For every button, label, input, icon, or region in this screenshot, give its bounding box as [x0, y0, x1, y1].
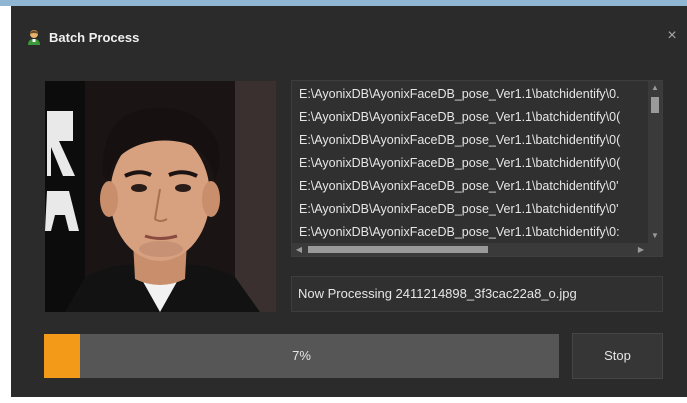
scroll-down-arrow-icon[interactable]: ▼: [648, 229, 662, 243]
list-item[interactable]: E:\AyonixDB\AyonixFaceDB_pose_Ver1.1\bat…: [299, 129, 648, 151]
stop-button[interactable]: Stop: [572, 333, 663, 379]
list-item[interactable]: E:\AyonixDB\AyonixFaceDB_pose_Ver1.1\bat…: [299, 175, 648, 197]
desktop-strip-bottom: [0, 397, 687, 403]
file-list-items: E:\AyonixDB\AyonixFaceDB_pose_Ver1.1\bat…: [292, 81, 648, 243]
vertical-scroll-thumb[interactable]: [651, 97, 659, 113]
vertical-scrollbar[interactable]: ▲ ▼: [648, 81, 662, 243]
progress-label: 7%: [292, 348, 311, 363]
list-item[interactable]: E:\AyonixDB\AyonixFaceDB_pose_Ver1.1\bat…: [299, 83, 648, 105]
close-icon[interactable]: ×: [665, 28, 679, 44]
progress-bar: 7%: [44, 334, 559, 378]
list-item[interactable]: E:\AyonixDB\AyonixFaceDB_pose_Ver1.1\bat…: [299, 198, 648, 220]
face-photo: [45, 81, 276, 312]
horizontal-scroll-thumb[interactable]: [308, 246, 488, 253]
scrollbar-corner: [648, 243, 662, 256]
batch-process-dialog: Batch Process × E:\AyonixDB\AyonixFaceDB…: [11, 6, 687, 397]
scroll-up-arrow-icon[interactable]: ▲: [648, 81, 662, 95]
face-photo-image: [45, 81, 276, 312]
user-icon: [27, 29, 41, 45]
scroll-left-arrow-icon[interactable]: ◀: [292, 243, 306, 256]
title-bar[interactable]: Batch Process ×: [11, 6, 687, 64]
list-item[interactable]: E:\AyonixDB\AyonixFaceDB_pose_Ver1.1\bat…: [299, 152, 648, 174]
horizontal-scrollbar[interactable]: ◀ ▶: [292, 243, 648, 256]
file-list[interactable]: E:\AyonixDB\AyonixFaceDB_pose_Ver1.1\bat…: [291, 80, 663, 257]
processing-status: Now Processing 2411214898_3f3cac22a8_o.j…: [291, 276, 663, 312]
window-title: Batch Process: [49, 30, 140, 45]
list-item[interactable]: E:\AyonixDB\AyonixFaceDB_pose_Ver1.1\bat…: [299, 221, 648, 243]
scroll-right-arrow-icon[interactable]: ▶: [634, 243, 648, 256]
list-item[interactable]: E:\AyonixDB\AyonixFaceDB_pose_Ver1.1\bat…: [299, 106, 648, 128]
